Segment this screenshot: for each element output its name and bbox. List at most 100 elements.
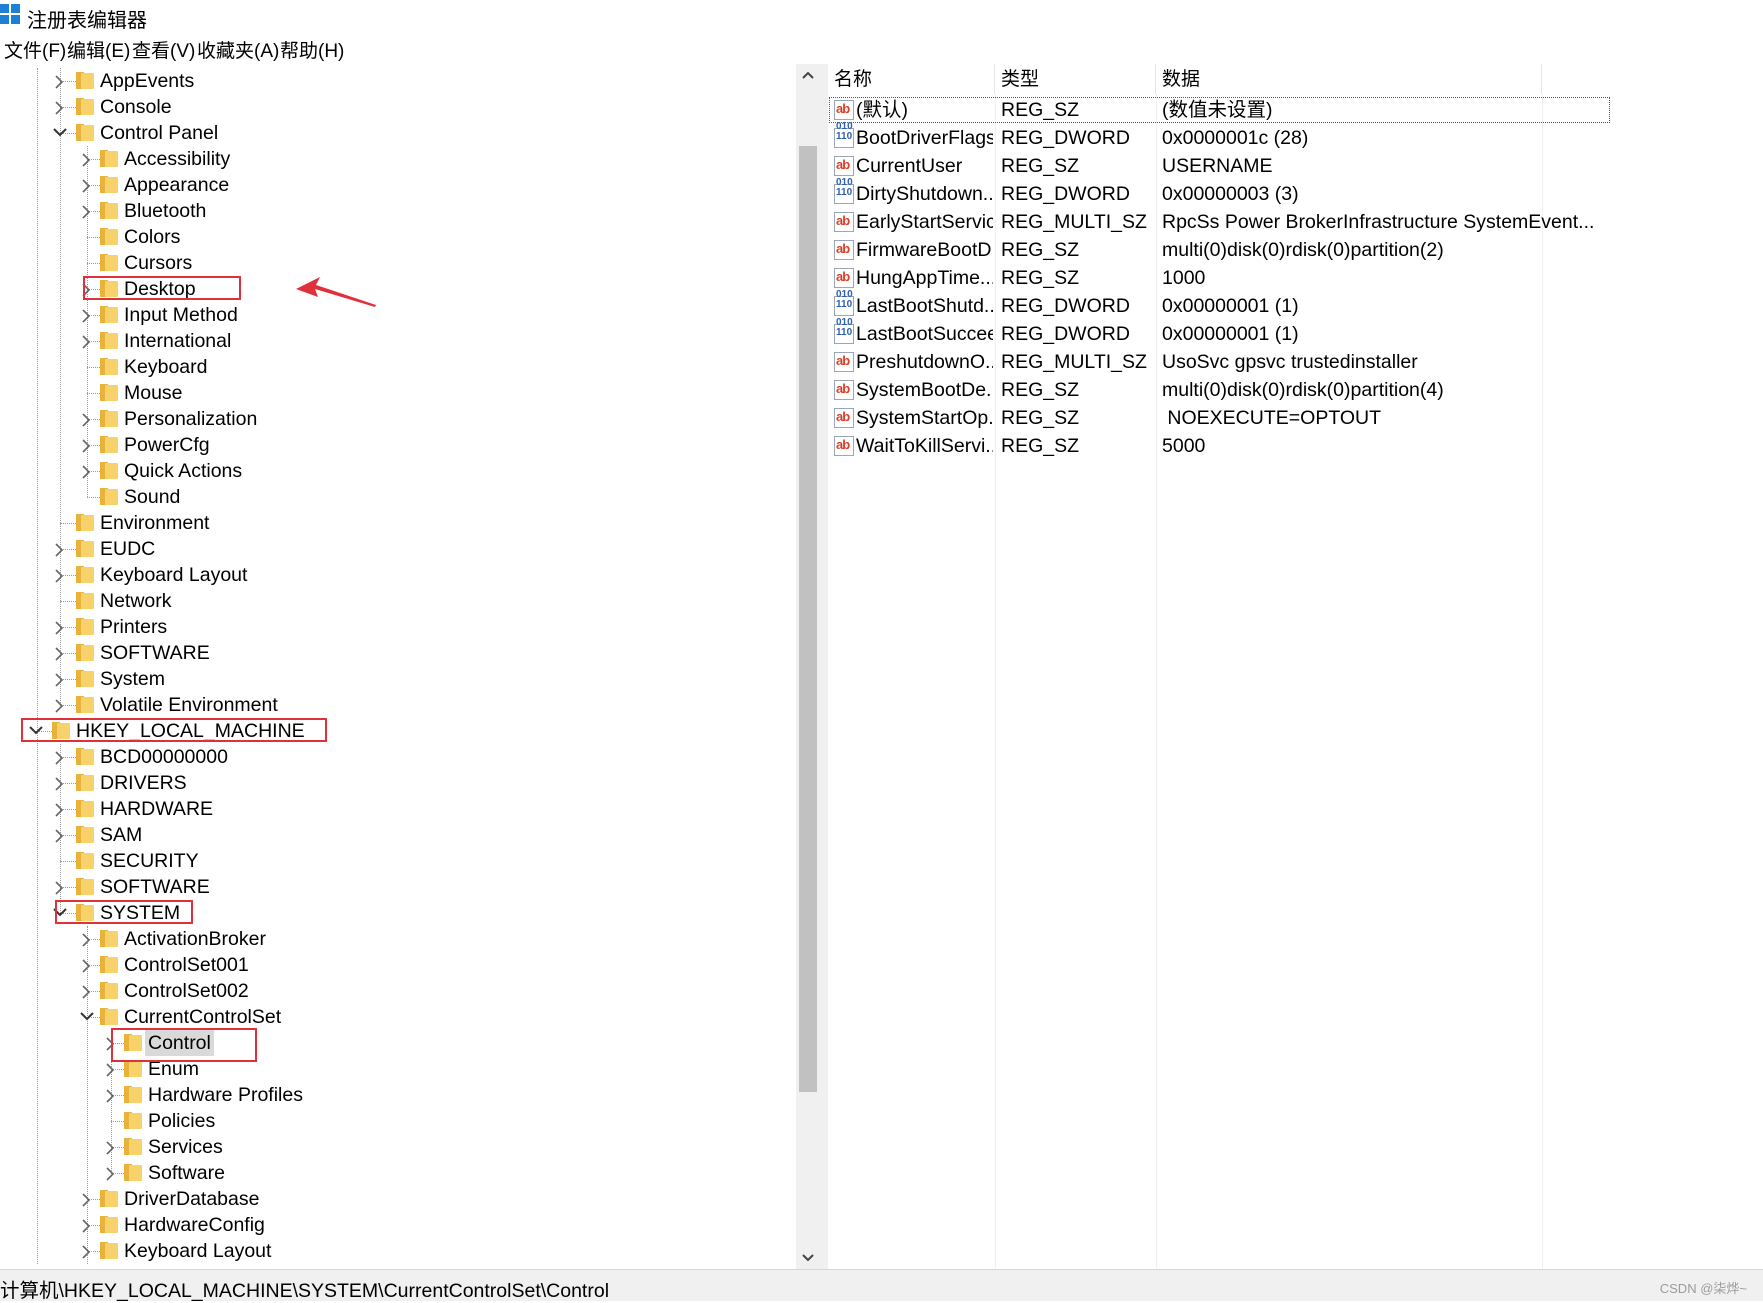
tree-item[interactable]: Software	[0, 1160, 790, 1186]
tree-item[interactable]: Printers	[0, 614, 790, 640]
chevron-right-icon[interactable]	[77, 926, 95, 952]
value-row[interactable]: ab HungAppTime... REG_SZ 1000	[828, 264, 1763, 292]
tree-item[interactable]: Control Panel	[0, 120, 790, 146]
chevron-right-icon[interactable]	[50, 640, 68, 666]
chevron-right-icon[interactable]	[77, 952, 95, 978]
chevron-right-icon[interactable]	[50, 536, 68, 562]
tree-item[interactable]: International	[0, 328, 790, 354]
value-row[interactable]: 010 110 DirtyShutdown... REG_DWORD 0x0000000…	[828, 178, 1763, 208]
tree-item[interactable]: Console	[0, 94, 790, 120]
value-row[interactable]: 010 110 LastBootShutd... REG_DWORD 0x0000000…	[828, 290, 1763, 320]
menu-file[interactable]: 文件(F)	[4, 36, 66, 63]
tree-item[interactable]: BCD00000000	[0, 744, 790, 770]
column-name-header[interactable]: 名称	[828, 64, 995, 94]
chevron-right-icon[interactable]	[77, 302, 95, 328]
tree-item[interactable]: Sound	[0, 484, 790, 510]
registry-tree[interactable]: AppEvents Console Control Panel Accessibili…	[0, 64, 796, 1269]
tree-item[interactable]: DriverDatabase	[0, 1186, 790, 1212]
tree-item[interactable]: ActivationBroker	[0, 926, 790, 952]
chevron-right-icon[interactable]	[50, 562, 68, 588]
chevron-right-icon[interactable]	[77, 172, 95, 198]
scroll-down-icon[interactable]	[796, 1247, 820, 1269]
tree-item[interactable]: Colors	[0, 224, 790, 250]
menu-edit[interactable]: 编辑(E)	[67, 36, 130, 63]
tree-item[interactable]: ControlSet002	[0, 978, 790, 1004]
chevron-right-icon[interactable]	[77, 1212, 95, 1238]
value-row[interactable]: ab SystemBootDe... REG_SZ multi(0)disk(0)rd…	[828, 376, 1763, 404]
tree-item[interactable]: Hardware Profiles	[0, 1082, 790, 1108]
tree-item[interactable]: Bluetooth	[0, 198, 790, 224]
tree-item[interactable]: Volatile Environment	[0, 692, 790, 718]
chevron-right-icon[interactable]	[50, 68, 68, 94]
tree-item[interactable]: SOFTWARE	[0, 640, 790, 666]
value-row[interactable]: ab FirmwareBootD... REG_SZ multi(0)disk(0)r…	[828, 236, 1763, 264]
chevron-down-icon[interactable]	[77, 1004, 95, 1030]
tree-item[interactable]: Appearance	[0, 172, 790, 198]
value-row[interactable]: ab (默认) REG_SZ (数值未设置)	[828, 96, 1611, 124]
tree-item[interactable]: Keyboard	[0, 354, 790, 380]
menu-view[interactable]: 查看(V)	[132, 36, 195, 63]
chevron-right-icon[interactable]	[50, 770, 68, 796]
tree-item[interactable]: Input Method	[0, 302, 790, 328]
chevron-right-icon[interactable]	[77, 146, 95, 172]
chevron-right-icon[interactable]	[50, 796, 68, 822]
chevron-right-icon[interactable]	[101, 1160, 119, 1186]
value-row[interactable]: 010110LastBootSuccee... REG_DWORD 0x000000…	[828, 318, 1763, 348]
menu-favorites[interactable]: 收藏夹(A)	[197, 36, 279, 63]
column-data-header[interactable]: 数据	[1156, 64, 1542, 94]
chevron-right-icon[interactable]	[77, 1238, 95, 1264]
chevron-right-icon[interactable]	[77, 458, 95, 484]
value-row[interactable]: abEarlyStartServic... REG_MULTI_SZ RpcSs P…	[828, 208, 1763, 236]
chevron-right-icon[interactable]	[101, 1082, 119, 1108]
chevron-right-icon[interactable]	[77, 978, 95, 1004]
tree-item[interactable]: Mouse	[0, 380, 790, 406]
chevron-right-icon[interactable]	[77, 198, 95, 224]
tree-item[interactable]: DRIVERS	[0, 770, 790, 796]
tree-item[interactable]: System	[0, 666, 790, 692]
value-row[interactable]: ab PreshutdownO... REG_MULTI_SZ UsoSvc gpsv…	[828, 348, 1763, 376]
tree-item[interactable]: Cursors	[0, 250, 790, 276]
tree-item[interactable]: SECURITY	[0, 848, 790, 874]
tree-item[interactable]: EUDC	[0, 536, 790, 562]
tree-item[interactable]: Network	[0, 588, 790, 614]
chevron-right-icon[interactable]	[50, 94, 68, 120]
scroll-thumb[interactable]	[799, 146, 817, 1092]
tree-item[interactable]: Keyboard Layout	[0, 562, 790, 588]
column-type-header[interactable]: 类型	[995, 64, 1156, 94]
tree-item[interactable]: Policies	[0, 1108, 790, 1134]
chevron-right-icon[interactable]	[50, 692, 68, 718]
chevron-right-icon[interactable]	[50, 822, 68, 848]
chevron-right-icon[interactable]	[50, 744, 68, 770]
value-row[interactable]: ab WaitToKillServi... REG_SZ 5000	[828, 432, 1763, 460]
chevron-right-icon[interactable]	[50, 874, 68, 900]
tree-item[interactable]: PowerCfg	[0, 432, 790, 458]
tree-scrollbar[interactable]	[796, 64, 820, 1269]
chevron-down-icon[interactable]	[50, 120, 68, 146]
tree-item[interactable]: HARDWARE	[0, 796, 790, 822]
chevron-right-icon[interactable]	[77, 1186, 95, 1212]
value-row[interactable]: ab CurrentUser REG_SZ USERNAME	[828, 152, 1763, 180]
tree-item[interactable]: Keyboard Layout	[0, 1238, 790, 1264]
tree-item[interactable]: Quick Actions	[0, 458, 790, 484]
value-row[interactable]: 010 110 BootDriverFlags REG_DWORD 0x0000001c…	[828, 122, 1763, 152]
tree-item[interactable]: Environment	[0, 510, 790, 536]
tree-item[interactable]: SOFTWARE	[0, 874, 790, 900]
value-row[interactable]: ab SystemStartOp... REG_SZ NOEXECUTE=OPTOU…	[828, 404, 1763, 432]
tree-item[interactable]: Services	[0, 1134, 790, 1160]
pane-splitter[interactable]	[820, 64, 828, 1269]
chevron-right-icon[interactable]	[77, 432, 95, 458]
values-list[interactable]: 名称 类型 数据 ab (默认) REG_SZ (数值未设置) 010 110 BootDr…	[828, 64, 1763, 1269]
tree-item[interactable]: Personalization	[0, 406, 790, 432]
chevron-right-icon[interactable]	[101, 1134, 119, 1160]
menu-help[interactable]: 帮助(H)	[280, 36, 344, 63]
tree-item[interactable]: Accessibility	[0, 146, 790, 172]
tree-item[interactable]: ControlSet001	[0, 952, 790, 978]
chevron-right-icon[interactable]	[77, 406, 95, 432]
tree-item[interactable]: CurrentControlSet	[0, 1004, 790, 1030]
chevron-right-icon[interactable]	[50, 666, 68, 692]
chevron-right-icon[interactable]	[50, 614, 68, 640]
tree-item[interactable]: AppEvents	[0, 68, 790, 94]
tree-item[interactable]: HardwareConfig	[0, 1212, 790, 1238]
tree-item[interactable]: SAM	[0, 822, 790, 848]
chevron-right-icon[interactable]	[77, 328, 95, 354]
